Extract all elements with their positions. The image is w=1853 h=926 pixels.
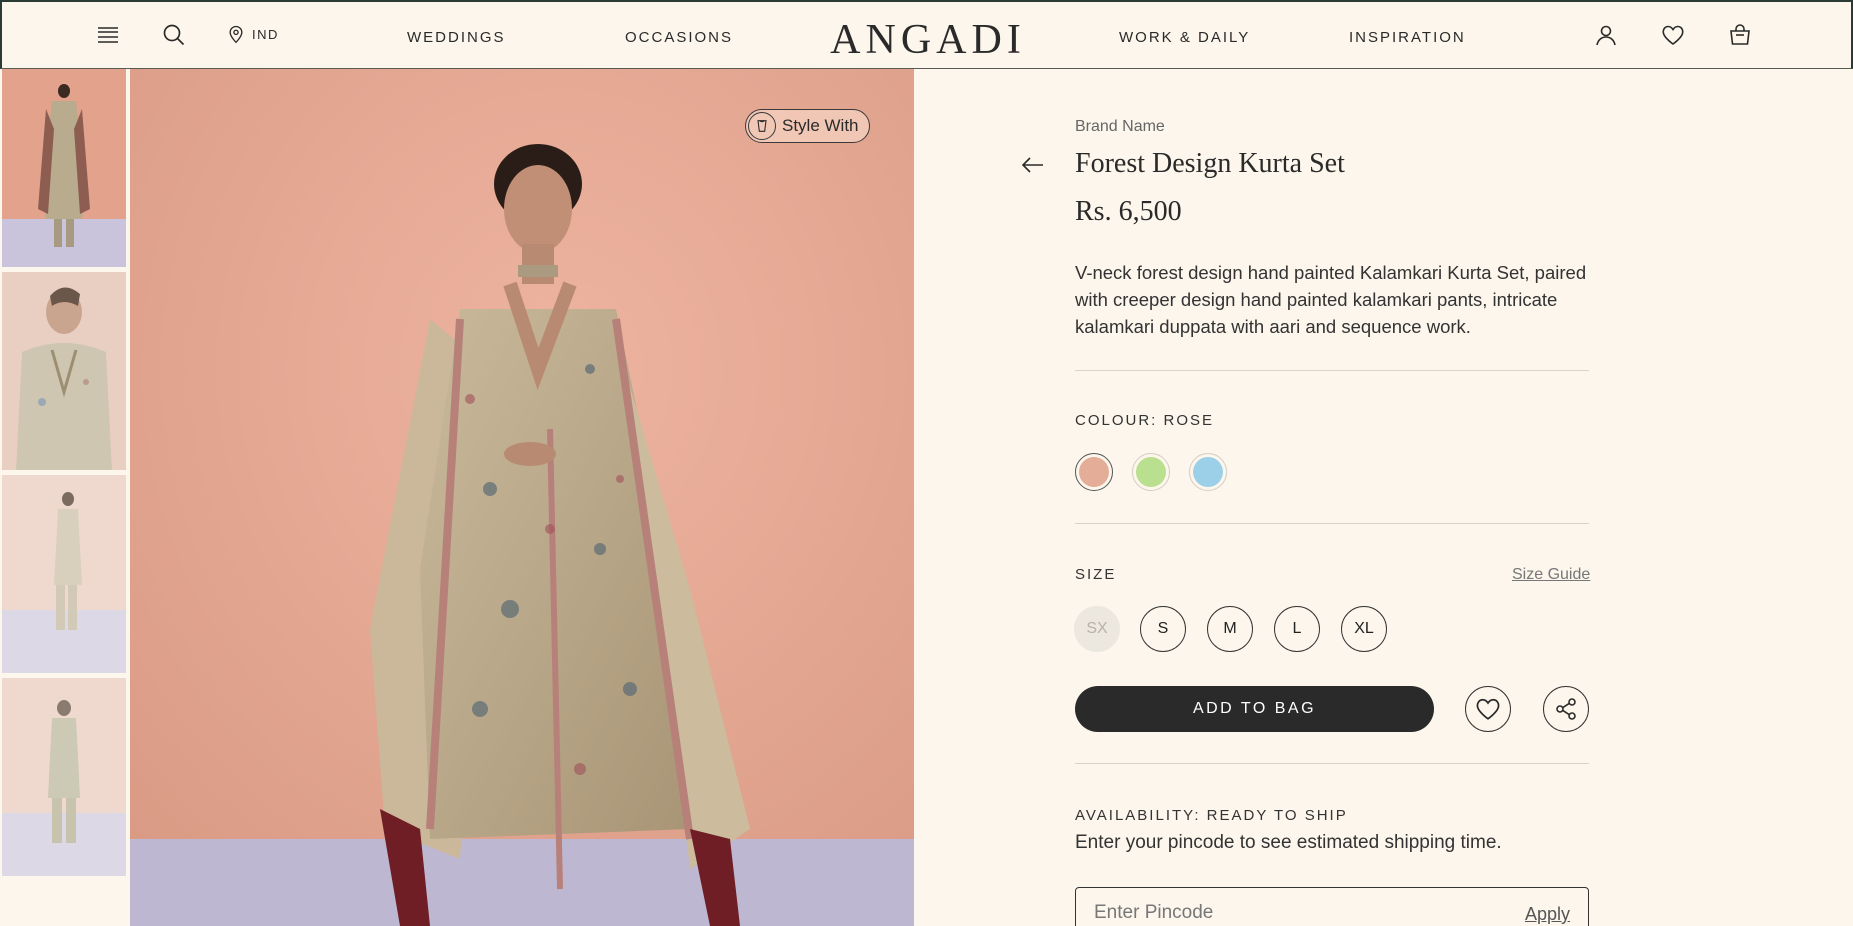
size-option-s[interactable]: S <box>1140 606 1186 652</box>
region-selector[interactable]: IND <box>226 24 279 44</box>
colour-swatch-green[interactable] <box>1132 453 1170 491</box>
apply-button[interactable]: Apply <box>1525 904 1570 925</box>
user-icon[interactable] <box>1593 22 1619 48</box>
pincode-field: Apply <box>1075 887 1589 926</box>
nav-work-daily[interactable]: WORK & DAILY <box>1119 29 1250 46</box>
heart-icon[interactable] <box>1660 22 1686 48</box>
style-with-label: Style With <box>782 116 859 135</box>
availability-status: AVAILABILITY: READY TO SHIP <box>1075 807 1348 824</box>
share-button[interactable] <box>1543 686 1589 732</box>
thumbnail-strip <box>0 69 128 926</box>
size-option-sx: SX <box>1074 606 1120 652</box>
thumbnail-4[interactable] <box>2 678 126 876</box>
colour-swatch-blue[interactable] <box>1189 453 1227 491</box>
location-pin-icon <box>229 25 243 44</box>
divider <box>1075 370 1589 371</box>
pincode-input[interactable] <box>1094 902 1474 924</box>
share-icon <box>1556 698 1576 720</box>
nav-weddings[interactable]: WEDDINGS <box>407 29 506 46</box>
brand-name: Brand Name <box>1075 118 1165 135</box>
region-label: IND <box>252 26 279 42</box>
style-with-button[interactable]: Style With <box>745 109 870 143</box>
wishlist-button[interactable] <box>1465 686 1511 732</box>
swatch-dot <box>1193 457 1223 487</box>
size-label: SIZE <box>1075 566 1117 583</box>
brand-logo[interactable]: ANGADI <box>828 16 1028 64</box>
search-icon[interactable] <box>161 22 187 48</box>
divider <box>1075 763 1589 764</box>
colour-label: COLOUR: ROSE <box>1075 412 1215 429</box>
hanger-icon <box>748 112 776 140</box>
site-header: IND WEDDINGS OCCASIONS ANGADI WORK & DAI… <box>0 0 1853 69</box>
nav-inspiration[interactable]: INSPIRATION <box>1349 29 1466 46</box>
shipping-info: Enter your pincode to see estimated ship… <box>1075 832 1502 853</box>
swatch-dot <box>1136 457 1166 487</box>
product-price: Rs. 6,500 <box>1075 196 1182 227</box>
swatch-dot <box>1079 457 1109 487</box>
size-option-xl[interactable]: XL <box>1341 606 1387 652</box>
product-description: V-neck forest design hand painted Kalamk… <box>1075 262 1587 337</box>
product-title: Forest Design Kurta Set <box>1075 148 1345 179</box>
thumbnail-1[interactable] <box>2 69 126 267</box>
size-guide-link[interactable]: Size Guide <box>1512 566 1590 584</box>
hamburger-icon[interactable] <box>95 22 121 48</box>
size-option-l[interactable]: L <box>1274 606 1320 652</box>
shopping-bag-icon[interactable] <box>1727 22 1753 48</box>
add-to-bag-button[interactable]: ADD TO BAG <box>1075 686 1434 732</box>
main-product-image[interactable] <box>130 69 914 926</box>
nav-occasions[interactable]: OCCASIONS <box>625 29 733 46</box>
back-arrow-icon[interactable] <box>1020 152 1046 178</box>
size-option-m[interactable]: M <box>1207 606 1253 652</box>
thumbnail-3[interactable] <box>2 475 126 673</box>
thumbnail-2[interactable] <box>2 272 126 470</box>
heart-icon <box>1476 698 1500 720</box>
divider <box>1075 523 1589 524</box>
colour-swatch-rose[interactable] <box>1075 453 1113 491</box>
